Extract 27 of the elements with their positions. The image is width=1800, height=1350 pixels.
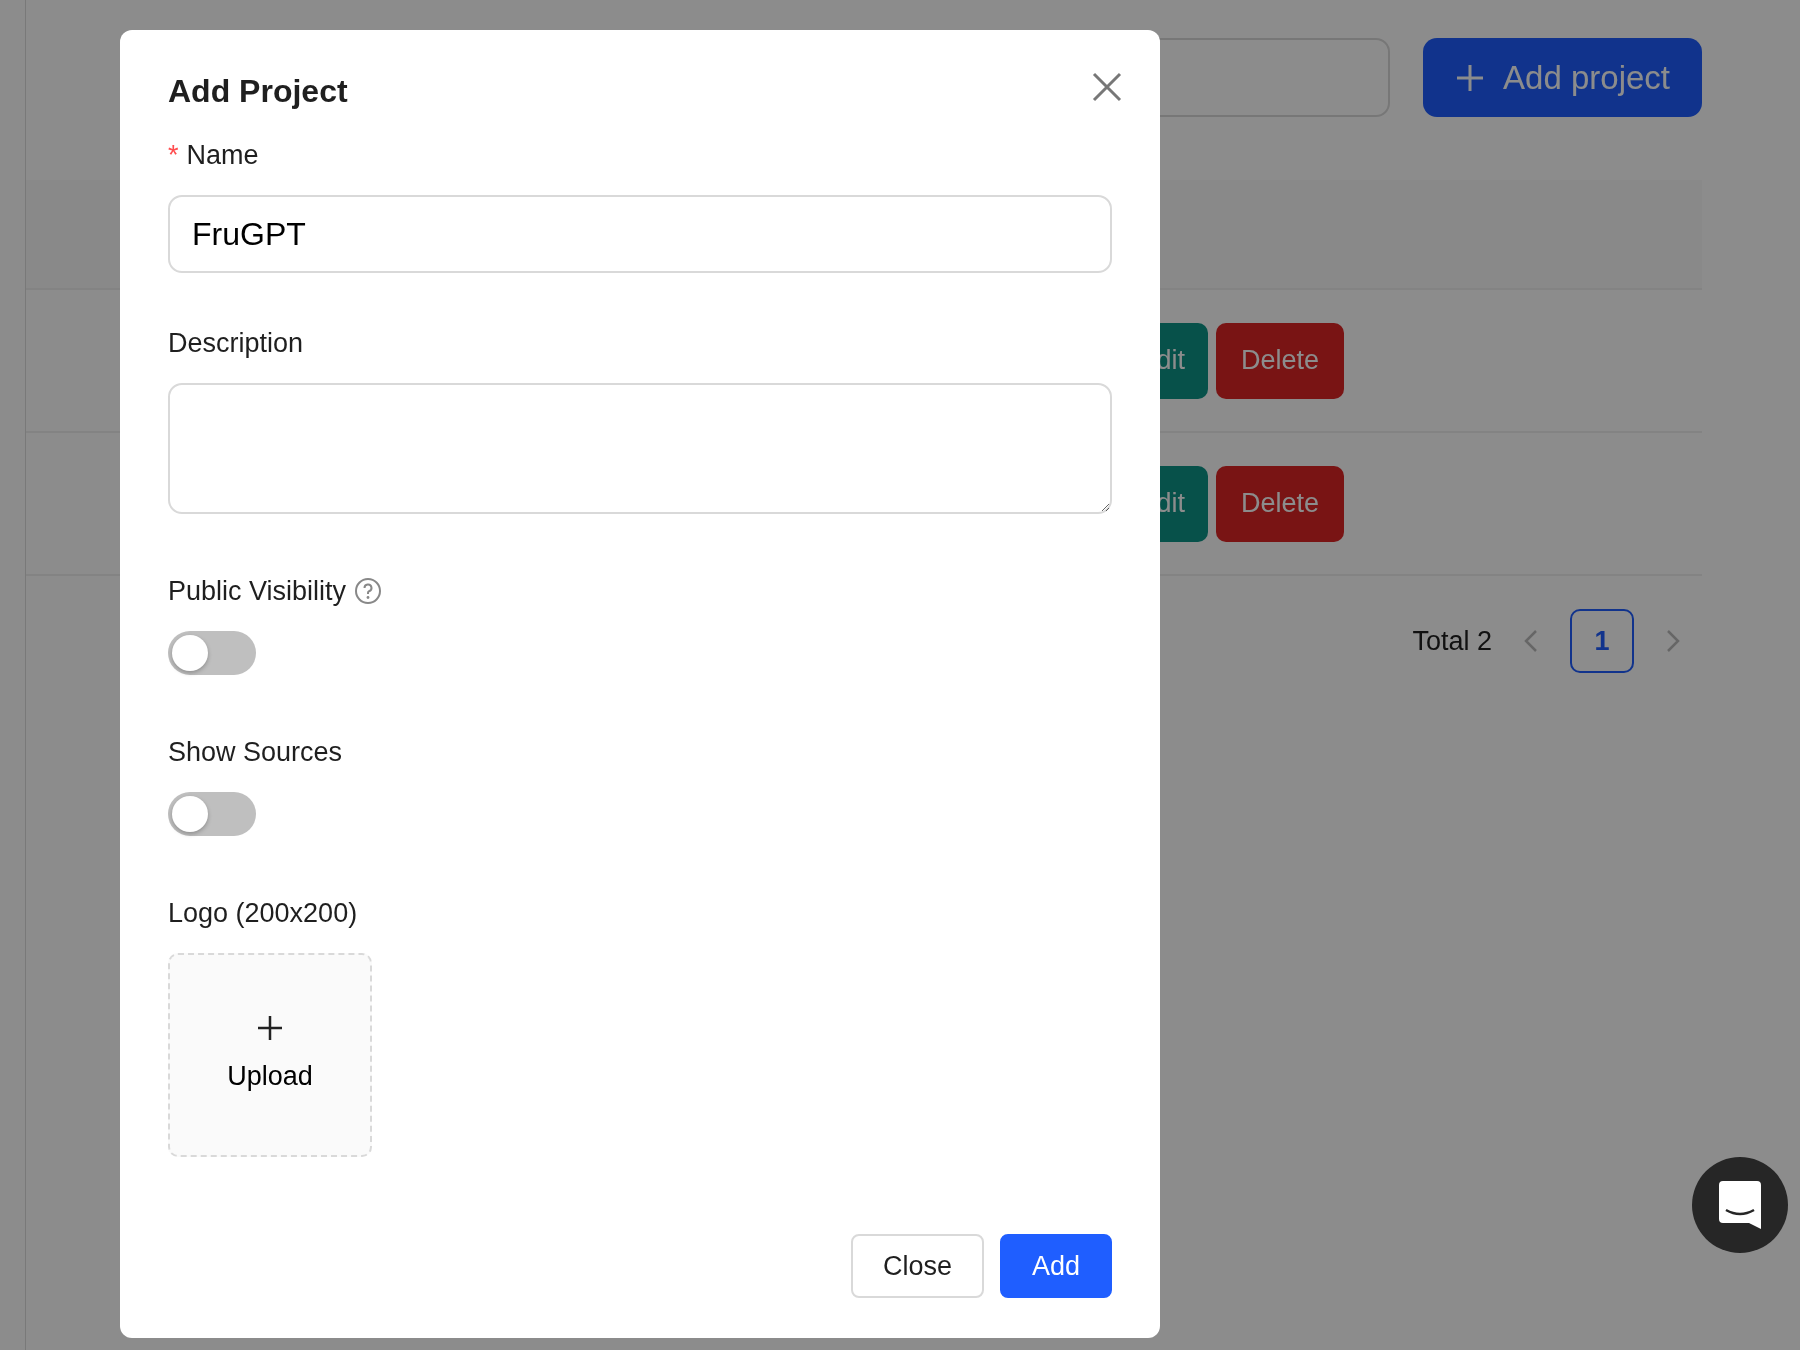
- field-label: Show Sources: [168, 736, 343, 769]
- modal-title: Add Project: [168, 72, 348, 111]
- chevron-right-icon[interactable]: [1664, 628, 1682, 654]
- field-label: Public Visibility: [168, 575, 347, 608]
- delete-button[interactable]: Delete: [1216, 322, 1345, 399]
- toggle-switch[interactable]: [168, 792, 256, 836]
- toggle-switch[interactable]: [168, 631, 256, 675]
- add-project-button[interactable]: Add project: [1423, 38, 1702, 117]
- name-input[interactable]: FruGPT: [168, 195, 1112, 273]
- add-button[interactable]: Add: [999, 1234, 1112, 1298]
- chat-icon: [1719, 1181, 1761, 1229]
- upload-button[interactable]: Upload: [168, 953, 372, 1157]
- total-count: Total 2: [1412, 624, 1492, 658]
- field-label: Name: [186, 139, 259, 172]
- close-icon: [1092, 72, 1122, 102]
- required-asterisk: *: [168, 139, 179, 172]
- close-button[interactable]: Close: [850, 1234, 984, 1298]
- field-label: Logo (200x200): [168, 897, 358, 930]
- plus-icon: [1455, 62, 1486, 93]
- close-button[interactable]: [1092, 72, 1122, 102]
- plus-icon: [256, 1013, 284, 1042]
- help-icon: [354, 577, 383, 605]
- page-button[interactable]: 1: [1570, 609, 1634, 673]
- delete-button[interactable]: Delete: [1216, 465, 1345, 542]
- field-label: Description: [168, 327, 304, 360]
- description-input[interactable]: [168, 383, 1112, 514]
- chevron-left-icon[interactable]: [1522, 628, 1540, 654]
